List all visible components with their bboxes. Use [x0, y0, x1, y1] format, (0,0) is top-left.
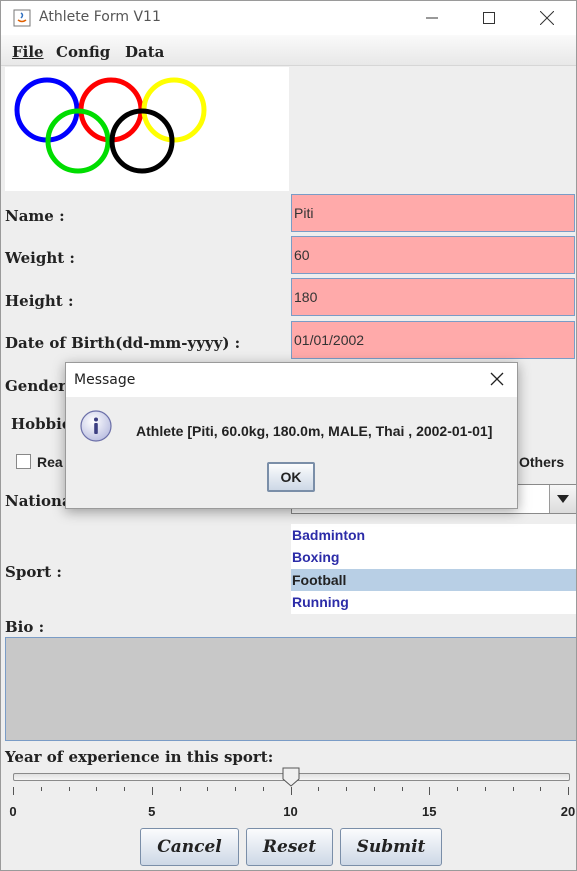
- slider-tick: [290, 787, 292, 795]
- slider-tick: [262, 787, 264, 791]
- bio-label: Bio :: [5, 618, 45, 636]
- close-window-button[interactable]: [527, 3, 567, 33]
- slider-tick: [235, 787, 236, 791]
- slider-tick: [13, 787, 14, 795]
- athlete-form-window: Athlete Form V11 File Config Data Name :…: [0, 0, 577, 871]
- maximize-button[interactable]: [469, 3, 509, 33]
- dialog-title: Message: [74, 372, 136, 388]
- slider-tick: [96, 787, 98, 791]
- list-item[interactable]: Running: [291, 591, 576, 613]
- cancel-button[interactable]: Cancel: [140, 828, 239, 866]
- nationality-label: Nationa: [5, 492, 72, 510]
- nationality-dropdown-button[interactable]: [549, 485, 576, 513]
- height-field[interactable]: 180: [291, 278, 575, 316]
- list-item-selected[interactable]: Football: [291, 569, 576, 591]
- slider-tick-label: 15: [422, 804, 437, 819]
- height-label: Height :: [5, 292, 74, 310]
- window-title: Athlete Form V11: [39, 9, 161, 25]
- slider-tick: [40, 787, 42, 791]
- slider-tick: [207, 787, 209, 791]
- slider-tick: [512, 787, 514, 791]
- slider-tick: [318, 787, 320, 791]
- hobby-reading-label: Rea: [37, 454, 63, 470]
- slider-tick: [568, 787, 569, 795]
- bio-textarea[interactable]: [5, 637, 576, 741]
- sport-list[interactable]: Badminton Boxing Football Running: [291, 524, 576, 614]
- submit-button[interactable]: Submit: [340, 828, 442, 866]
- name-label: Name :: [5, 207, 65, 225]
- weight-label: Weight :: [5, 249, 75, 267]
- sport-label: Sport :: [5, 563, 62, 581]
- chevron-down-icon: [557, 495, 569, 503]
- weight-field[interactable]: 60: [291, 236, 575, 274]
- menu-file[interactable]: File: [12, 43, 44, 61]
- minimize-button[interactable]: [412, 3, 452, 33]
- title-bar: Athlete Form V11: [1, 1, 576, 35]
- name-field[interactable]: Piti: [291, 194, 575, 232]
- slider-tick: [124, 787, 125, 791]
- maximize-icon: [483, 12, 495, 24]
- ok-button[interactable]: OK: [267, 462, 315, 492]
- olympic-rings-image: [14, 77, 207, 174]
- gender-label: Gender: [5, 377, 67, 395]
- hobby-checkbox-reading[interactable]: [16, 454, 31, 469]
- menu-bar: File Config Data: [1, 35, 576, 66]
- dialog-title-bar: Message: [66, 363, 517, 397]
- close-icon[interactable]: [487, 369, 507, 389]
- slider-tick: [68, 787, 70, 791]
- slider-tick: [457, 787, 458, 791]
- slider-tick: [429, 787, 431, 795]
- slider-tick: [484, 787, 486, 791]
- minimize-icon: [426, 17, 438, 19]
- dialog-message: Athlete [Piti, 60.0kg, 180.0m, MALE, Tha…: [136, 423, 493, 439]
- list-item[interactable]: Boxing: [291, 546, 576, 568]
- experience-label: Year of experience in this sport:: [5, 748, 274, 766]
- java-app-icon: [13, 9, 31, 27]
- slider-tick: [373, 787, 375, 791]
- olympic-logo: [5, 67, 289, 191]
- slider-tick: [179, 787, 181, 791]
- slider-tick-label: 5: [148, 804, 156, 819]
- message-dialog: Message Athlete [Piti, 60.0kg, 180.0m, M…: [65, 362, 518, 509]
- experience-slider-thumb[interactable]: [282, 767, 300, 787]
- hobby-others-label[interactable]: Others: [519, 454, 564, 470]
- slider-tick-label: 10: [283, 804, 298, 819]
- slider-tick-label: 0: [9, 804, 17, 819]
- reset-button[interactable]: Reset: [246, 828, 333, 866]
- dob-label: Date of Birth(dd-mm-yyyy) :: [5, 334, 241, 352]
- hobbies-label: Hobbie: [11, 415, 72, 433]
- slider-tick: [401, 787, 403, 791]
- list-item[interactable]: Badminton: [291, 524, 576, 546]
- menu-config[interactable]: Config: [56, 43, 110, 61]
- slider-tick: [151, 787, 153, 795]
- slider-tick: [540, 787, 542, 791]
- info-icon: [80, 410, 112, 442]
- close-icon: [540, 11, 554, 25]
- menu-data[interactable]: Data: [125, 43, 164, 61]
- dob-field[interactable]: 01/01/2002: [291, 321, 575, 359]
- slider-tick-label: 20: [560, 804, 576, 819]
- slider-tick: [346, 787, 347, 791]
